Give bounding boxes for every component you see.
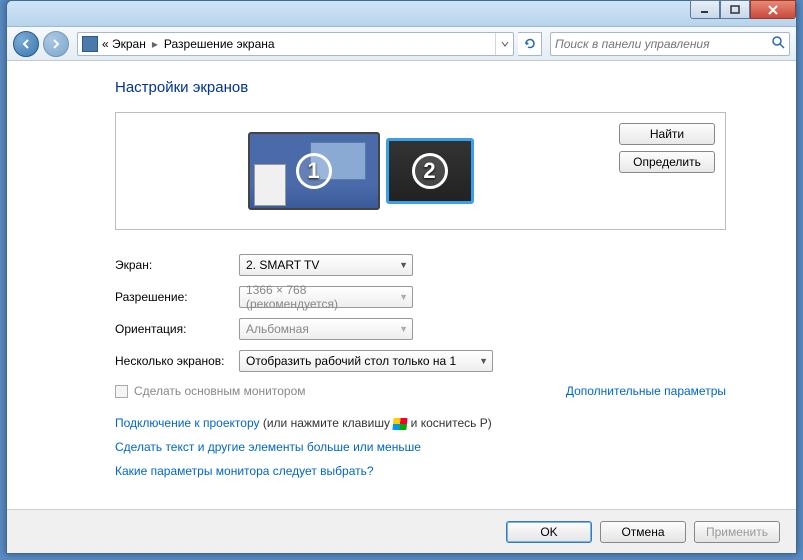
monitor-2[interactable]: 2	[386, 138, 474, 204]
preview-buttons: Найти Определить	[619, 123, 715, 173]
multiple-displays-value: Отобразить рабочий стол только на 1	[246, 354, 456, 368]
dialog-footer: OK Отмена Применить	[7, 509, 796, 553]
orientation-row: Ориентация: Альбомная ▼	[115, 318, 726, 340]
resolution-row: Разрешение: 1366 × 768 (рекомендуется) ▼	[115, 286, 726, 308]
maximize-button[interactable]	[720, 0, 750, 19]
connect-projector-link[interactable]: Подключение к проектору	[115, 416, 260, 430]
multiple-displays-label: Несколько экранов:	[115, 354, 239, 368]
display-row: Экран: 2. SMART TV ▼	[115, 254, 726, 276]
multiple-displays-select[interactable]: Отобразить рабочий стол только на 1 ▼	[239, 350, 493, 372]
monitor-preview-area: 1 2 Найти Определить	[115, 112, 726, 230]
apply-button: Применить	[694, 521, 780, 543]
close-button[interactable]	[750, 0, 796, 19]
content-area: Настройки экранов 1 2 Найти Определить Э…	[7, 61, 796, 509]
control-panel-window: « Экран ▸ Разрешение экрана Настройки эк…	[6, 0, 797, 554]
which-settings-link[interactable]: Какие параметры монитора следует выбрать…	[115, 464, 374, 478]
main-display-label: Сделать основным монитором	[134, 384, 306, 398]
cancel-button[interactable]: Отмена	[600, 521, 686, 543]
monitor-1[interactable]: 1	[248, 132, 380, 210]
titlebar	[7, 1, 796, 27]
projector-hint: (или нажмите клавишу и коснитесь P)	[263, 416, 492, 430]
breadcrumb[interactable]: « Экран ▸ Разрешение экрана	[78, 33, 495, 55]
monitor-1-window-decoration	[254, 164, 286, 206]
display-label: Экран:	[115, 258, 239, 272]
address-dropdown[interactable]	[495, 33, 513, 55]
orientation-label: Ориентация:	[115, 322, 239, 336]
breadcrumb-parent[interactable]: « Экран	[100, 37, 148, 51]
resolution-label: Разрешение:	[115, 290, 239, 304]
chevron-right-icon: ▸	[150, 37, 160, 51]
ok-button[interactable]: OK	[506, 521, 592, 543]
multiple-displays-row: Несколько экранов: Отобразить рабочий ст…	[115, 350, 726, 372]
monitor-arrangement[interactable]: 1 2	[116, 132, 605, 210]
chevron-down-icon: ▼	[399, 260, 408, 270]
resolution-value: 1366 × 768 (рекомендуется)	[246, 283, 399, 311]
chevron-down-icon: ▼	[399, 292, 408, 302]
forward-button[interactable]	[43, 31, 69, 57]
detect-button[interactable]: Найти	[619, 123, 715, 145]
identify-button[interactable]: Определить	[619, 151, 715, 173]
page-title: Настройки экранов	[115, 79, 726, 96]
search-input[interactable]	[555, 37, 771, 51]
display-value: 2. SMART TV	[246, 258, 319, 272]
monitor-number: 1	[296, 153, 332, 189]
refresh-button[interactable]	[518, 32, 542, 56]
orientation-select: Альбомная ▼	[239, 318, 413, 340]
advanced-settings-link[interactable]: Дополнительные параметры	[566, 384, 726, 398]
window-controls	[690, 0, 796, 19]
chevron-down-icon: ▼	[479, 356, 488, 366]
breadcrumb-current[interactable]: Разрешение экрана	[162, 37, 277, 51]
search-box[interactable]	[550, 32, 790, 56]
address-bar[interactable]: « Экран ▸ Разрешение экрана	[77, 32, 514, 56]
display-icon	[82, 36, 98, 52]
search-icon[interactable]	[771, 35, 785, 52]
main-display-row: Сделать основным монитором Дополнительны…	[115, 384, 726, 398]
display-select[interactable]: 2. SMART TV ▼	[239, 254, 413, 276]
projector-link-row: Подключение к проектору (или нажмите кла…	[115, 416, 726, 430]
text-size-link-row: Сделать текст и другие элементы больше и…	[115, 440, 726, 454]
monitor-number: 2	[412, 153, 448, 189]
navbar: « Экран ▸ Разрешение экрана	[7, 27, 796, 61]
orientation-value: Альбомная	[246, 322, 309, 336]
back-button[interactable]	[13, 31, 39, 57]
windows-key-icon	[393, 418, 407, 430]
text-size-link[interactable]: Сделать текст и другие элементы больше и…	[115, 440, 421, 454]
which-settings-link-row: Какие параметры монитора следует выбрать…	[115, 464, 726, 478]
chevron-down-icon: ▼	[399, 324, 408, 334]
main-display-checkbox	[115, 385, 128, 398]
resolution-select: 1366 × 768 (рекомендуется) ▼	[239, 286, 413, 308]
minimize-button[interactable]	[690, 0, 720, 19]
